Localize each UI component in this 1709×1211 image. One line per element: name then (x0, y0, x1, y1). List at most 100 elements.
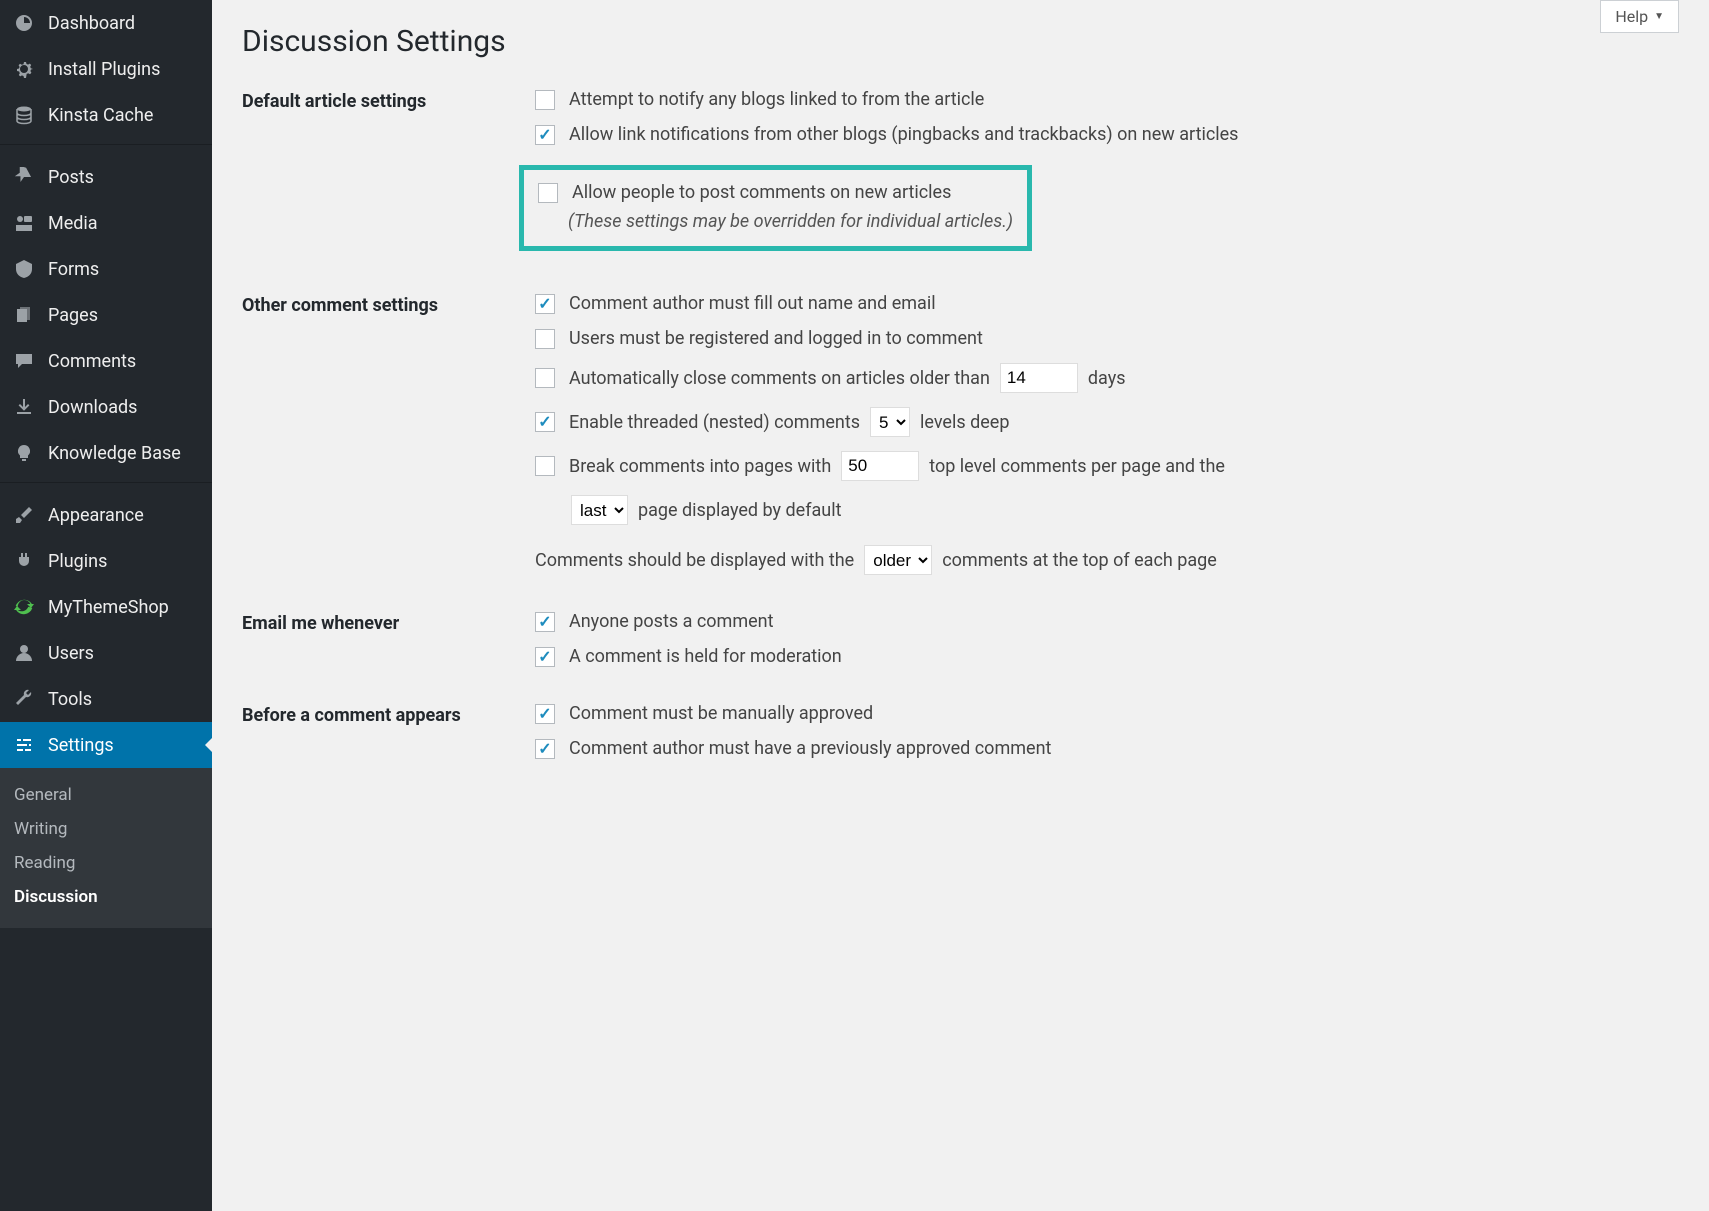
sidebar-item-label: MyThemeShop (48, 597, 169, 618)
sidebar-item-users[interactable]: Users (0, 630, 212, 676)
submenu-item-discussion[interactable]: Discussion (0, 880, 212, 914)
sidebar-item-label: Tools (48, 689, 92, 710)
pages-icon (14, 304, 40, 326)
user-icon (14, 642, 40, 664)
sidebar-item-label: Settings (48, 735, 114, 756)
sidebar-item-label: Posts (48, 167, 94, 188)
option-label: Comment author must have a previously ap… (569, 738, 1051, 759)
media-icon (14, 212, 40, 234)
sidebar-item-forms[interactable]: Forms (0, 246, 212, 292)
sidebar-separator (0, 144, 212, 154)
comments-per-page-input[interactable] (841, 451, 919, 481)
checkbox-allow-comments[interactable] (538, 183, 558, 203)
highlighted-option: Allow people to post comments on new art… (519, 165, 1032, 251)
sidebar-separator (0, 482, 212, 492)
close-days-input[interactable] (1000, 363, 1078, 393)
wrench-icon (14, 688, 40, 710)
download-icon (14, 396, 40, 418)
sidebar-item-mythemeshop[interactable]: MyThemeShop (0, 584, 212, 630)
option-label: Allow people to post comments on new art… (572, 182, 951, 203)
database-icon (14, 104, 40, 126)
option-label-suffix: levels deep (920, 412, 1009, 433)
checkbox-email-held[interactable] (535, 647, 555, 667)
checkbox-notify-blogs[interactable] (535, 90, 555, 110)
sidebar-item-install-plugins[interactable]: Install Plugins (0, 46, 212, 92)
option-label: Users must be registered and logged in t… (569, 328, 983, 349)
section-heading: Default article settings (242, 89, 535, 112)
settings-note: (These settings may be overridden for in… (568, 211, 1013, 232)
checkbox-prev-approved[interactable] (535, 739, 555, 759)
sidebar-item-label: Plugins (48, 551, 107, 572)
section-heading: Other comment settings (242, 293, 535, 316)
sidebar-item-label: Media (48, 213, 98, 234)
section-email-me: Email me whenever Anyone posts a comment… (242, 611, 1679, 667)
page-title: Discussion Settings (242, 24, 1679, 59)
section-other-comment: Other comment settings Comment author mu… (242, 293, 1679, 575)
option-label-mid: top level comments per page and the (929, 456, 1225, 477)
checkbox-allow-pingbacks[interactable] (535, 125, 555, 145)
sidebar-item-tools[interactable]: Tools (0, 676, 212, 722)
sidebar-item-plugins[interactable]: Plugins (0, 538, 212, 584)
thread-levels-select[interactable]: 5 (870, 407, 910, 437)
option-label-suffix: page displayed by default (638, 500, 841, 521)
checkbox-auto-close[interactable] (535, 368, 555, 388)
comment-order-select[interactable]: older (864, 545, 932, 575)
checkbox-email-anyone-posts[interactable] (535, 612, 555, 632)
option-label: Comment must be manually approved (569, 703, 873, 724)
option-label: Automatically close comments on articles… (569, 368, 990, 389)
sidebar-item-appearance[interactable]: Appearance (0, 492, 212, 538)
sidebar-item-label: Downloads (48, 397, 137, 418)
checkbox-manual-approve[interactable] (535, 704, 555, 724)
option-label: Comments should be displayed with the (535, 550, 854, 571)
sidebar-item-knowledge-base[interactable]: Knowledge Base (0, 430, 212, 476)
section-default-article: Default article settings Attempt to noti… (242, 89, 1679, 257)
brush-icon (14, 504, 40, 526)
option-label-suffix: comments at the top of each page (942, 550, 1217, 571)
option-label: Allow link notifications from other blog… (569, 124, 1238, 145)
sidebar-item-comments[interactable]: Comments (0, 338, 212, 384)
help-label: Help (1615, 7, 1648, 26)
section-heading: Email me whenever (242, 611, 535, 634)
option-label: Break comments into pages with (569, 456, 831, 477)
sidebar-item-label: Forms (48, 259, 99, 280)
checkbox-threaded[interactable] (535, 412, 555, 432)
sliders-icon (14, 734, 40, 756)
lightbulb-icon (14, 442, 40, 464)
sidebar-item-settings[interactable]: Settings (0, 722, 212, 768)
caret-down-icon: ▼ (1654, 11, 1664, 22)
checkbox-require-registration[interactable] (535, 329, 555, 349)
forms-icon (14, 258, 40, 280)
option-label-suffix: days (1088, 368, 1126, 389)
refresh-icon (14, 596, 40, 618)
sidebar-item-label: Users (48, 643, 94, 664)
sidebar-item-kinsta-cache[interactable]: Kinsta Cache (0, 92, 212, 138)
sidebar-item-label: Knowledge Base (48, 443, 181, 464)
sidebar-item-pages[interactable]: Pages (0, 292, 212, 338)
option-label: Comment author must fill out name and em… (569, 293, 936, 314)
comment-icon (14, 350, 40, 372)
sidebar-item-posts[interactable]: Posts (0, 154, 212, 200)
option-label: Enable threaded (nested) comments (569, 412, 860, 433)
option-label: A comment is held for moderation (569, 646, 842, 667)
submenu-item-reading[interactable]: Reading (0, 846, 212, 880)
main-content: Help ▼ Discussion Settings Default artic… (212, 0, 1709, 1211)
help-tab[interactable]: Help ▼ (1600, 0, 1679, 33)
checkbox-require-name-email[interactable] (535, 294, 555, 314)
sidebar-item-label: Appearance (48, 505, 144, 526)
submenu-item-general[interactable]: General (0, 778, 212, 812)
pin-icon (14, 166, 40, 188)
plug-icon (14, 550, 40, 572)
sidebar-item-media[interactable]: Media (0, 200, 212, 246)
default-page-select[interactable]: last (571, 495, 628, 525)
option-label: Attempt to notify any blogs linked to fr… (569, 89, 984, 110)
option-label: Anyone posts a comment (569, 611, 773, 632)
sidebar-item-label: Install Plugins (48, 59, 160, 80)
sidebar-item-dashboard[interactable]: Dashboard (0, 0, 212, 46)
sidebar-item-label: Comments (48, 351, 136, 372)
sidebar-item-label: Pages (48, 305, 98, 326)
settings-submenu: General Writing Reading Discussion (0, 768, 212, 928)
sidebar-item-downloads[interactable]: Downloads (0, 384, 212, 430)
submenu-item-writing[interactable]: Writing (0, 812, 212, 846)
admin-sidebar: Dashboard Install Plugins Kinsta Cache P… (0, 0, 212, 1211)
checkbox-paginate[interactable] (535, 456, 555, 476)
